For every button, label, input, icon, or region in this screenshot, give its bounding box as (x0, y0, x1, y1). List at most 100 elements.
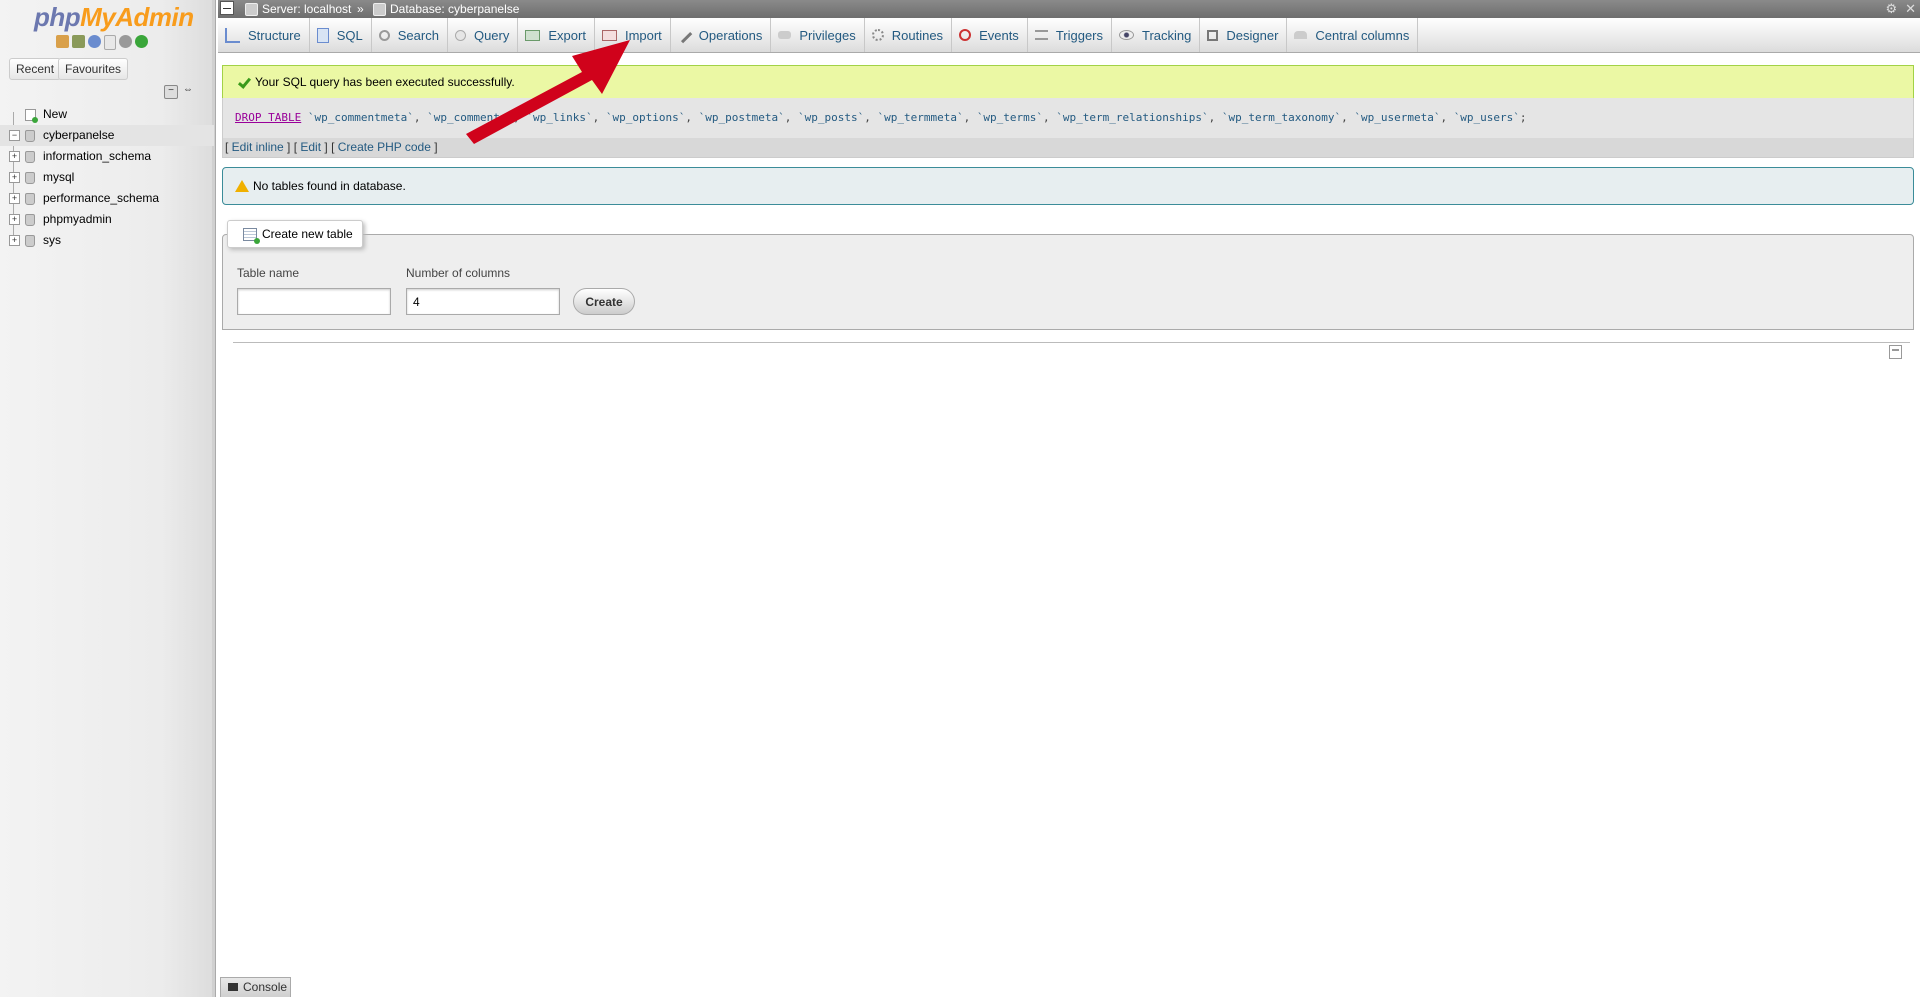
tab-tracking[interactable]: Tracking (1112, 18, 1201, 52)
create-table-legend-label: Create new table (262, 226, 353, 241)
tree-item-information-schema[interactable]: + information_schema (0, 146, 214, 167)
tab-triggers[interactable]: Triggers (1028, 18, 1113, 52)
tree-item-new[interactable]: New (0, 104, 214, 125)
tab-operations[interactable]: Operations (671, 18, 772, 52)
content-divider (233, 342, 1910, 343)
tab-label: Events (979, 27, 1019, 43)
tab-routines[interactable]: Routines (865, 18, 953, 52)
tab-central-columns[interactable]: Central columns (1287, 18, 1419, 52)
tree-item-label: performance_schema (43, 191, 160, 205)
toggle-nav-icon[interactable] (220, 1, 234, 15)
tab-label: Operations (698, 27, 763, 43)
sql-table: `wp_commentmeta` (307, 111, 414, 124)
search-icon (378, 29, 390, 41)
tree-item-label: New (43, 107, 68, 121)
collapse-all-icon[interactable]: − (164, 85, 178, 99)
print-view-icon[interactable] (1889, 345, 1902, 359)
structure-icon (225, 27, 240, 43)
database-icon (25, 151, 35, 163)
tab-search[interactable]: Search (372, 18, 448, 52)
settings-icon[interactable] (119, 35, 132, 48)
collapse-top-icon[interactable]: ✕ (1905, 2, 1916, 15)
warning-icon (235, 180, 249, 192)
logo-part-php: php (34, 2, 81, 32)
tab-label: Routines (891, 27, 944, 43)
tree-item-cyberpanelse[interactable]: − cyberpanelse (0, 125, 214, 146)
number-of-columns-input[interactable] (406, 288, 560, 315)
operations-icon (676, 27, 693, 43)
sql-table: `wp_terms` (976, 111, 1044, 124)
breadcrumb-database[interactable]: Database: cyberpanelse (373, 0, 519, 18)
sql-keyword[interactable]: DROP TABLE (235, 111, 301, 124)
breadcrumb-database-label: Database: cyberpanelse (390, 2, 520, 16)
tab-events[interactable]: Events (952, 18, 1028, 52)
tab-label: Search (397, 27, 439, 43)
new-database-icon (25, 109, 38, 123)
notice-message: No tables found in database. (222, 167, 1914, 205)
table-name-label: Table name (237, 266, 300, 280)
expand-icon[interactable]: + (9, 193, 20, 204)
tab-label: Tracking (1142, 27, 1192, 43)
tree-controls: − ⇔ (164, 85, 194, 99)
tree-item-label: mysql (43, 170, 75, 184)
database-icon (373, 2, 386, 16)
tree-item-phpmyadmin[interactable]: + phpmyadmin (0, 209, 214, 230)
central-columns-icon (1294, 31, 1308, 39)
settings-gear-icon[interactable]: ⚙ (1885, 2, 1897, 15)
home-icon[interactable] (56, 35, 69, 48)
success-check-icon (237, 76, 250, 89)
link-with-main-icon[interactable]: ⇔ (182, 85, 194, 97)
navigation-panel: phpMyAdmin Recent Favourites − ⇔ New − c… (0, 0, 216, 997)
tab-label: SQL (336, 27, 363, 43)
console-toggle[interactable]: Console (220, 977, 291, 997)
tree-item-label: cyberpanelse (43, 128, 115, 142)
recent-button[interactable]: Recent (9, 58, 62, 80)
expand-icon[interactable]: + (9, 235, 20, 246)
reload-icon[interactable] (135, 35, 148, 48)
annotation-arrow (466, 40, 630, 144)
number-of-columns-label: Number of columns (406, 266, 511, 280)
tree-item-label: sys (43, 233, 61, 247)
sql-table: `wp_posts` (797, 111, 865, 124)
sql-table: `wp_term_relationships` (1056, 111, 1209, 124)
logout-icon[interactable] (72, 35, 85, 48)
database-icon (25, 193, 35, 205)
favourites-button[interactable]: Favourites (58, 58, 129, 80)
edit-inline-link[interactable]: Edit inline (232, 140, 284, 154)
breadcrumb-server[interactable]: Server: localhost (245, 0, 351, 18)
tree-item-performance-schema[interactable]: + performance_schema (0, 188, 214, 209)
tab-sql[interactable]: SQL (310, 18, 372, 52)
expand-icon[interactable]: + (9, 172, 20, 183)
create-table-button[interactable]: Create (573, 288, 635, 315)
privileges-icon (778, 31, 792, 39)
triggers-icon (1034, 30, 1048, 40)
create-php-code-link[interactable]: Create PHP code (338, 140, 431, 154)
tab-designer[interactable]: Designer (1200, 18, 1288, 52)
sql-table: `wp_usermeta` (1354, 111, 1441, 124)
tree-item-label: information_schema (43, 149, 152, 163)
tree-item-label: phpmyadmin (43, 212, 112, 226)
tab-structure[interactable]: Structure (218, 18, 310, 52)
table-name-input[interactable] (237, 288, 391, 315)
edit-link[interactable]: Edit (300, 140, 321, 154)
database-icon (25, 214, 35, 226)
tree-item-mysql[interactable]: + mysql (0, 167, 214, 188)
events-icon (959, 29, 972, 41)
routines-icon (871, 29, 884, 41)
collapse-icon[interactable]: − (9, 130, 20, 141)
designer-icon (1207, 29, 1219, 41)
phpmyadmin-logo[interactable]: phpMyAdmin (34, 2, 194, 33)
breadcrumb-server-label: Server: localhost (262, 2, 352, 16)
nav-quick-icons (56, 35, 148, 50)
help-icon[interactable] (88, 35, 101, 48)
tab-privileges[interactable]: Privileges (771, 18, 865, 52)
sql-terminator: ; (1519, 111, 1527, 124)
docs-icon[interactable] (104, 35, 116, 50)
sql-table: `wp_users` (1453, 111, 1520, 124)
tracking-icon (1119, 30, 1135, 40)
server-icon (245, 2, 258, 16)
expand-icon[interactable]: + (9, 214, 20, 225)
tree-item-sys[interactable]: + sys (0, 230, 214, 251)
expand-icon[interactable]: + (9, 151, 20, 162)
sql-table: `wp_postmeta` (698, 111, 785, 124)
